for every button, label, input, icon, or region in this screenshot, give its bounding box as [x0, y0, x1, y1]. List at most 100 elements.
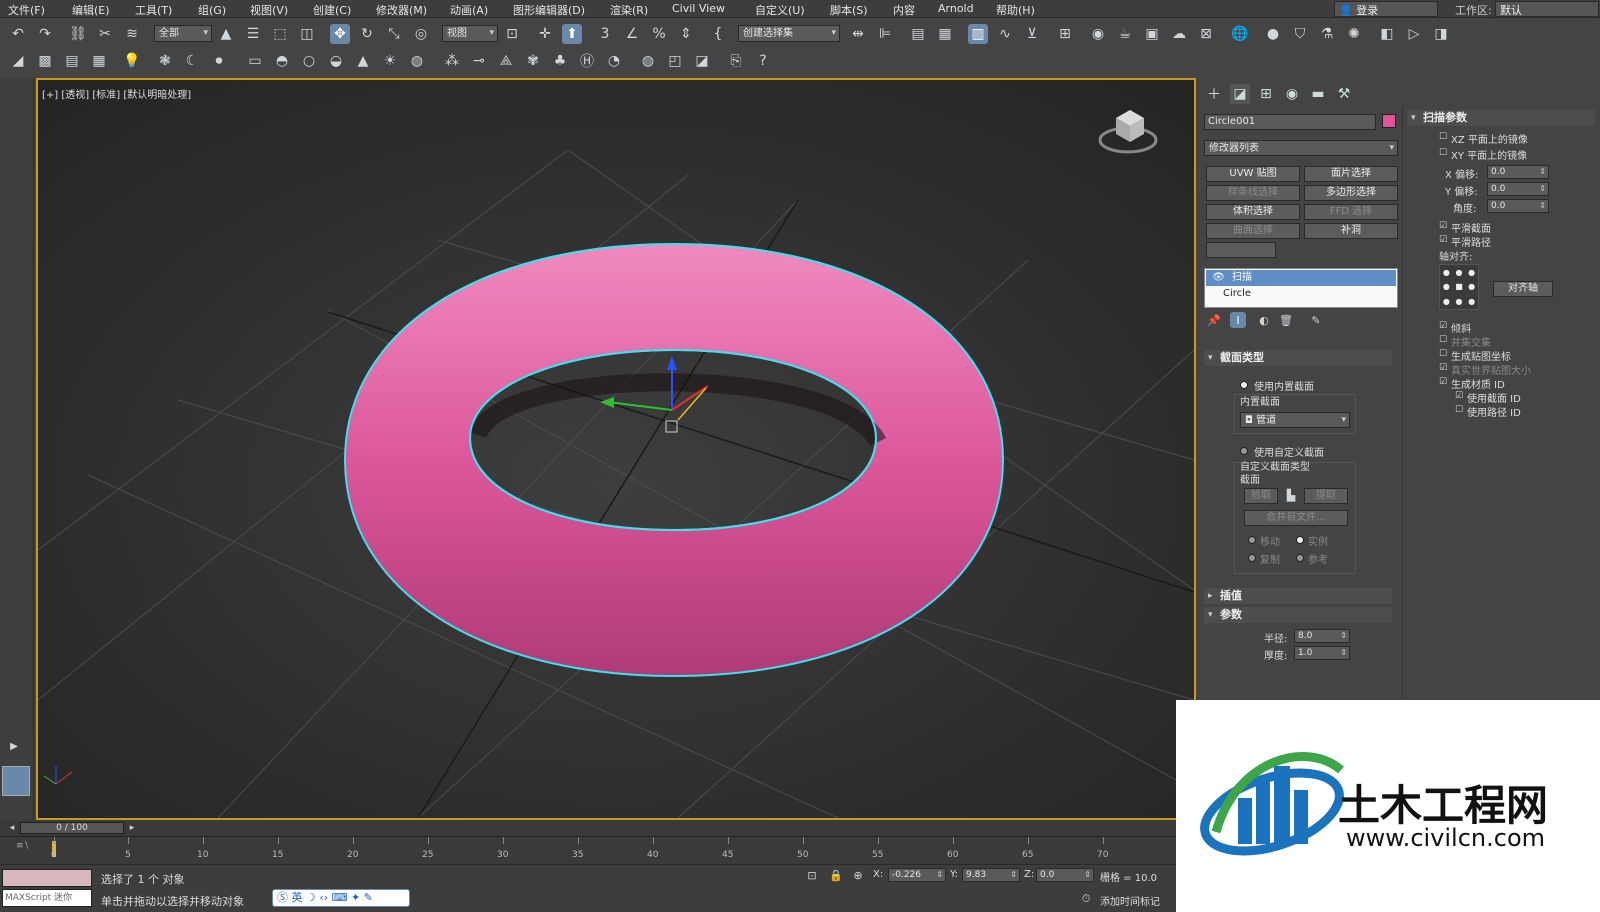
ffd-select-button[interactable]: FFD 选择	[1304, 204, 1398, 220]
login-dropdown[interactable]: 👤 登录	[1334, 1, 1438, 17]
menu-edit[interactable]: 编辑(E)	[72, 2, 110, 18]
stack-item-circle[interactable]: Circle	[1223, 288, 1251, 299]
export-icon[interactable]: ⎘	[726, 51, 746, 71]
render-frame-icon[interactable]: ▣	[1142, 24, 1162, 44]
maxscript-mini-listener[interactable]: MAXScript 迷你	[2, 889, 92, 907]
window-crossing-icon[interactable]: ◫	[297, 24, 317, 44]
render-region-icon[interactable]: ◰	[665, 51, 685, 71]
modify-tab-icon[interactable]: ◪	[1230, 84, 1250, 104]
create-tab-icon[interactable]: ＋	[1204, 84, 1224, 104]
gen-mapping-checkbox[interactable]: ☐	[1439, 350, 1448, 359]
doc-icon[interactable]: ▤	[62, 51, 82, 71]
y-coord-field[interactable]: 9.83	[962, 868, 1020, 882]
blank-modifier-button[interactable]	[1206, 242, 1276, 258]
eye-icon[interactable]: 👁	[1212, 270, 1225, 286]
extract-button[interactable]: 提取	[1304, 488, 1348, 504]
ribbon-toggle-icon[interactable]: ▥	[968, 24, 988, 44]
menu-customize[interactable]: 自定义(U)	[755, 2, 805, 18]
prev-frame-icon[interactable]: ◂	[6, 821, 18, 835]
gen-material-ids-checkbox[interactable]: ☑	[1439, 378, 1448, 387]
menu-civil-view[interactable]: Civil View	[672, 2, 725, 15]
section-type-rollout[interactable]: 截面类型	[1204, 350, 1392, 366]
display-tab-icon[interactable]: ▬	[1308, 84, 1328, 104]
pick-button[interactable]: 拾取	[1244, 488, 1278, 504]
snaps-toggle-icon[interactable]: 3	[595, 24, 615, 44]
menu-create[interactable]: 创建(C)	[313, 2, 351, 18]
make-unique-icon[interactable]: ◐	[1256, 312, 1272, 328]
x-coord-field[interactable]: -0.226	[888, 868, 946, 882]
menu-scripting[interactable]: 脚本(S)	[830, 2, 868, 18]
reference-coord-combo[interactable]: 视图	[442, 25, 498, 42]
dope-sheet-icon[interactable]: ⊻	[1022, 24, 1042, 44]
cone-icon[interactable]: ▲	[353, 51, 373, 71]
union-intersections-checkbox[interactable]: ☐	[1439, 336, 1448, 345]
time-tag-icon[interactable]: ⏱	[1078, 891, 1094, 907]
arnold-ipr-icon[interactable]: ▷	[1404, 24, 1424, 44]
help-icon[interactable]: ?	[753, 51, 773, 71]
use-section-ids-checkbox[interactable]: ☑	[1455, 392, 1464, 401]
spline-select-button[interactable]: 样条线选择	[1206, 185, 1300, 201]
play-icon[interactable]: ▶	[6, 738, 22, 754]
hdr-icon[interactable]: Ⓗ	[577, 51, 597, 71]
real-world-map-checkbox[interactable]: ☑	[1439, 364, 1448, 373]
move-radio[interactable]	[1248, 536, 1256, 544]
select-move-icon[interactable]: ✥	[330, 24, 350, 44]
uvw-map-button[interactable]: UVW 贴图	[1206, 166, 1300, 182]
plant-icon[interactable]: ♣	[550, 51, 570, 71]
arnold-render-icon[interactable]: ◧	[1377, 24, 1397, 44]
next-frame-icon[interactable]: ▸	[126, 821, 138, 835]
select-rotate-icon[interactable]: ↻	[357, 24, 377, 44]
object-name-field[interactable]: Circle001	[1204, 114, 1376, 130]
arnold-stop-icon[interactable]: ◨	[1431, 24, 1451, 44]
unlink-icon[interactable]: ✂	[95, 24, 115, 44]
use-path-ids-checkbox[interactable]: ☐	[1455, 406, 1464, 415]
grid-window-icon[interactable]: ▦	[89, 51, 109, 71]
point-icon[interactable]: ●	[1263, 24, 1283, 44]
absolute-mode-icon[interactable]: ⊕	[850, 867, 866, 883]
poly-select-button[interactable]: 多边形选择	[1304, 185, 1398, 201]
select-object-icon[interactable]: ▲	[216, 24, 236, 44]
keyboard-shortcut-icon[interactable]: ⬆	[562, 24, 582, 44]
place-icon[interactable]: ◎	[411, 24, 431, 44]
sweep-params-rollout[interactable]: 扫描参数	[1407, 110, 1595, 126]
hair-icon[interactable]: ❃	[155, 51, 175, 71]
surface-select-button[interactable]: 曲面选择	[1206, 223, 1300, 239]
angle-snap-icon[interactable]: ∠	[622, 24, 642, 44]
merge-from-file-button[interactable]: 合并自文件...	[1244, 510, 1348, 526]
motion-tab-icon[interactable]: ◉	[1282, 84, 1302, 104]
menu-group[interactable]: 组(G)	[198, 2, 226, 18]
isolate-icon[interactable]: ⊡	[804, 867, 820, 883]
menu-content[interactable]: 内容	[893, 2, 915, 18]
material-editor-icon[interactable]: ◉	[1088, 24, 1108, 44]
undo-icon[interactable]: ↶	[8, 24, 28, 44]
globe-icon[interactable]: ◍	[638, 51, 658, 71]
menu-rendering[interactable]: 渲染(R)	[610, 2, 648, 18]
light-bulb-icon[interactable]: 💡	[122, 51, 142, 71]
parameters-rollout[interactable]: 参数	[1204, 607, 1392, 623]
align-icon[interactable]: ⊫	[875, 24, 895, 44]
utilities-tab-icon[interactable]: ⚒	[1334, 84, 1354, 104]
select-manipulate-icon[interactable]: ✛	[535, 24, 555, 44]
volume-icon[interactable]: ✾	[523, 51, 543, 71]
menu-graph-editors[interactable]: 图形编辑器(D)	[513, 2, 585, 18]
light-tool-icon[interactable]: ✺	[1344, 24, 1364, 44]
plane-icon[interactable]: ▭	[245, 51, 265, 71]
layer-explorer-icon[interactable]: ▦	[935, 24, 955, 44]
menu-arnold[interactable]: Arnold	[938, 2, 974, 15]
sun-icon[interactable]: ☀	[380, 51, 400, 71]
bind-spacewarp-icon[interactable]: ≋	[122, 24, 142, 44]
copy-radio[interactable]	[1248, 554, 1256, 562]
schematic-view-icon[interactable]: ⊞	[1055, 24, 1075, 44]
smooth-section-checkbox[interactable]: ☑	[1439, 222, 1448, 231]
smooth-path-checkbox[interactable]: ☑	[1439, 236, 1448, 245]
lock-selection-icon[interactable]: 🔒	[828, 867, 844, 883]
instance-radio[interactable]	[1296, 536, 1304, 544]
max-logo-icon[interactable]: ◢	[8, 51, 28, 71]
reference-radio[interactable]	[1296, 554, 1304, 562]
named-selection-combo[interactable]: 创建选择集	[738, 25, 840, 42]
stack-item-sweep[interactable]: 👁 扫描	[1206, 270, 1396, 286]
y-offset-spinner[interactable]: 0.0	[1487, 182, 1549, 196]
pin-stack-icon[interactable]: 📌	[1206, 312, 1222, 328]
pick-shape-icon[interactable]: ▙	[1282, 486, 1300, 504]
edit-named-sets-icon[interactable]: {	[708, 24, 728, 44]
